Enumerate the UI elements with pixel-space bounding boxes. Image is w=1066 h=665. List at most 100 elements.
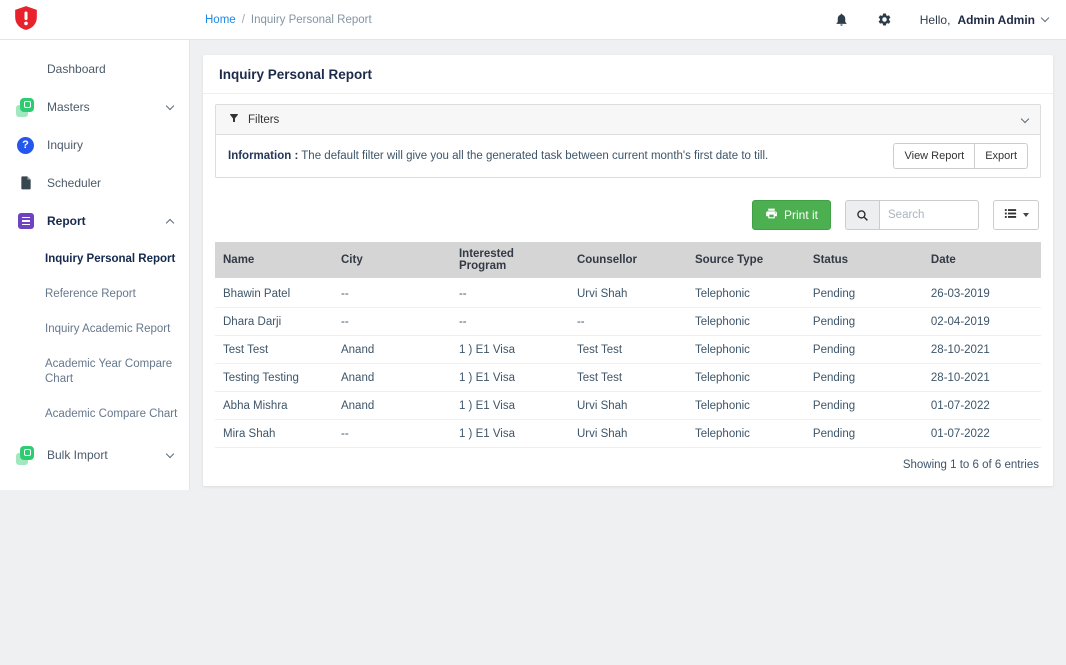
search-input[interactable] [879,200,979,230]
sidebar-item-dashboard[interactable]: Dashboard [0,50,189,88]
main-content: Inquiry Personal Report Filters Informat… [190,40,1066,486]
user-menu[interactable]: Hello, Admin Admin [920,13,1048,27]
table-cell: Mira Shah [215,420,333,448]
report-actions: View Report Export [893,143,1028,169]
table-cell: Telephonic [687,420,805,448]
table-cell: 02-04-2019 [923,308,1041,336]
grid-icon [16,60,35,79]
chevron-down-icon [1041,14,1049,22]
table-cell: Anand [333,364,451,392]
copy-icon [16,98,35,117]
sidebar-subitem-academic-year-compare-chart[interactable]: Academic Year Compare Chart [0,347,189,397]
table-row: Bhawin Patel----Urvi ShahTelephonicPendi… [215,279,1041,308]
column-header-source-type[interactable]: Source Type [687,242,805,279]
printer-icon [765,207,778,223]
export-button[interactable]: Export [974,143,1028,169]
list-icon [1003,206,1018,224]
info-text: Information : The default filter will gi… [228,150,881,162]
table-row: Test TestAnand1 ) E1 VisaTest TestTeleph… [215,336,1041,364]
app-logo[interactable] [0,3,190,36]
table-row: Testing TestingAnand1 ) E1 VisaTest Test… [215,364,1041,392]
column-header-date[interactable]: Date [923,242,1041,279]
breadcrumb: Home / Inquiry Personal Report [190,14,834,26]
sidebar-item-report[interactable]: Report [0,202,189,240]
table-cell: -- [451,279,569,308]
column-header-name[interactable]: Name [215,242,333,279]
info-message: The default filter will give you all the… [301,150,768,162]
table-cell: Urvi Shah [569,279,687,308]
table-cell: -- [569,308,687,336]
chevron-down-icon [166,449,174,457]
report-box-icon [16,212,35,231]
table-row: Mira Shah--1 ) E1 VisaUrvi ShahTelephoni… [215,420,1041,448]
table-cell: 1 ) E1 Visa [451,364,569,392]
page-title: Inquiry Personal Report [203,55,1053,94]
table-cell: Urvi Shah [569,392,687,420]
table-row: Abha MishraAnand1 ) E1 VisaUrvi ShahTele… [215,392,1041,420]
sidebar-item-scheduler[interactable]: Scheduler [0,164,189,202]
column-header-city[interactable]: City [333,242,451,279]
table-cell: Telephonic [687,392,805,420]
sidebar-item-label: Masters [47,100,167,114]
table-cell: Anand [333,392,451,420]
table-cell: Pending [805,364,923,392]
sidebar-item-label: Bulk Import [47,448,167,462]
table-cell: 01-07-2022 [923,392,1041,420]
table-cell: Testing Testing [215,364,333,392]
file-icon [16,174,35,193]
column-visibility-button[interactable] [993,200,1039,230]
bell-icon[interactable] [834,12,849,27]
copy-icon [16,446,35,465]
info-label: Information : [228,150,298,162]
table-cell: 1 ) E1 Visa [451,420,569,448]
table-cell: -- [333,308,451,336]
table-cell: 1 ) E1 Visa [451,392,569,420]
sidebar-item-label: Inquiry [47,138,173,152]
shield-exclamation-icon [13,3,39,36]
user-name: Admin Admin [957,13,1035,27]
column-header-counsellor[interactable]: Counsellor [569,242,687,279]
breadcrumb-separator: / [242,14,245,26]
table-cell: 28-10-2021 [923,364,1041,392]
table-cell: Test Test [215,336,333,364]
funnel-icon [228,112,240,127]
sidebar-subitem-inquiry-personal-report[interactable]: Inquiry Personal Report [0,242,189,277]
table-cell: Pending [805,336,923,364]
gear-icon[interactable] [877,12,892,27]
table-cell: Urvi Shah [569,420,687,448]
table-entries-summary: Showing 1 to 6 of 6 entries [215,448,1041,474]
table-cell: 28-10-2021 [923,336,1041,364]
sidebar-subitem-reference-report[interactable]: Reference Report [0,277,189,312]
chevron-down-icon [166,101,174,109]
filters-info-row: Information : The default filter will gi… [216,135,1040,177]
filters-accordion-toggle[interactable]: Filters [216,105,1040,135]
topbar-actions: Hello, Admin Admin [834,12,1066,27]
table-cell: Pending [805,392,923,420]
table-cell: Telephonic [687,279,805,308]
table-cell: 1 ) E1 Visa [451,336,569,364]
table-cell: Dhara Darji [215,308,333,336]
print-button-label: Print it [784,208,818,222]
column-header-status[interactable]: Status [805,242,923,279]
search-icon [845,200,879,230]
breadcrumb-home-link[interactable]: Home [205,14,236,26]
search-group [845,200,979,230]
sidebar-item-bulk-import[interactable]: Bulk Import [0,436,189,474]
report-submenu: Inquiry Personal Report Reference Report… [0,240,189,436]
sidebar-item-masters[interactable]: Masters [0,88,189,126]
sidebar-item-inquiry[interactable]: ? Inquiry [0,126,189,164]
report-card: Inquiry Personal Report Filters Informat… [203,55,1053,486]
caret-down-icon [1023,213,1029,217]
table-cell: Telephonic [687,308,805,336]
table-cell: Telephonic [687,336,805,364]
sidebar-subitem-inquiry-academic-report[interactable]: Inquiry Academic Report [0,312,189,347]
print-button[interactable]: Print it [752,200,831,230]
view-report-button[interactable]: View Report [893,143,975,169]
top-bar: Home / Inquiry Personal Report Hello, Ad… [0,0,1066,40]
column-header-interested-program[interactable]: Interested Program [451,242,569,279]
chevron-down-icon [1021,114,1029,122]
report-table: NameCityInterested ProgramCounsellorSour… [215,242,1041,448]
sidebar-item-label: Dashboard [47,62,173,76]
sidebar-subitem-academic-compare-chart[interactable]: Academic Compare Chart [0,397,189,432]
table-toolbar: Print it [217,200,1039,230]
